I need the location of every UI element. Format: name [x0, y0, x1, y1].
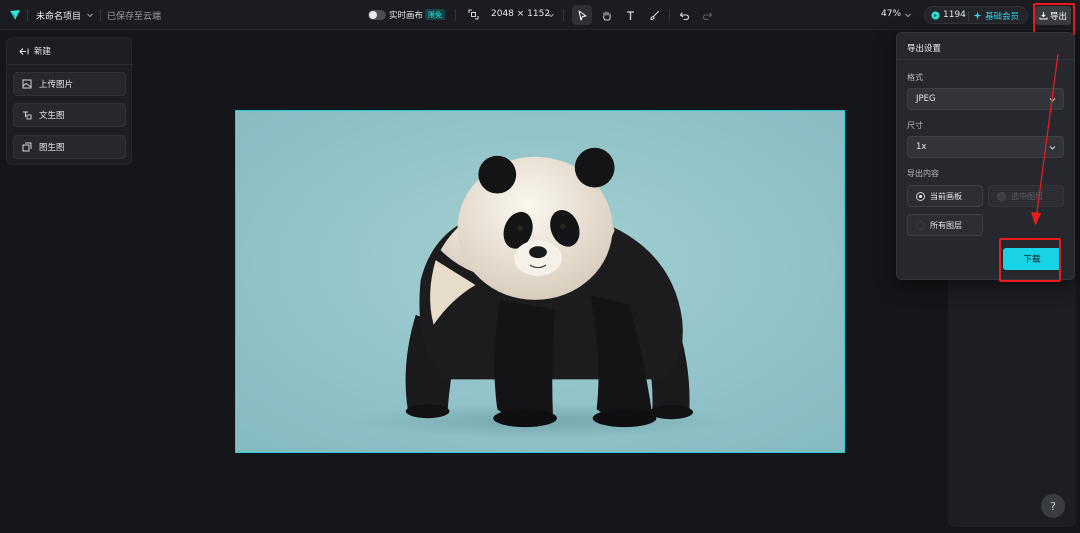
save-status: 已保存至云端 [107, 12, 162, 22]
hand-tool-button[interactable] [596, 5, 616, 25]
chevron-down-icon [1048, 143, 1057, 152]
radio-unchecked-icon [916, 220, 925, 230]
format-value: JPEG [916, 94, 936, 104]
divider [27, 9, 28, 21]
upload-image-button[interactable]: 上传图片 [13, 72, 126, 96]
help-button[interactable]: ? [1041, 494, 1065, 518]
left-panel: 新建 上传图片 文生图 图生图 [6, 37, 133, 165]
text-to-image-label: 文生图 [39, 111, 65, 121]
zoom-level[interactable]: 47% [881, 9, 901, 19]
top-toolbar: 未命名项目 已保存至云端 实时画布 限免 2048 × 1152 47% 119… [0, 0, 1080, 30]
image-to-image-icon [22, 142, 32, 152]
chevron-down-icon[interactable] [85, 10, 95, 20]
image-to-image-label: 图生图 [39, 143, 65, 153]
divider [968, 11, 969, 21]
upload-image-icon [22, 79, 32, 89]
credits-count: 1194 [943, 10, 966, 20]
undo-icon [679, 11, 689, 20]
export-label: 导出 [1049, 11, 1067, 22]
right-side-panel [948, 240, 1076, 527]
divider [455, 9, 456, 21]
canvas-size-selector[interactable]: 2048 × 1152 [491, 9, 550, 19]
export-settings-popover: 导出设置 格式 JPEG 尺寸 1x 导出内容 当前画板 选中图层 所有图层 [896, 32, 1075, 280]
chevron-down-icon [1048, 95, 1057, 104]
free-badge: 限免 [425, 9, 445, 20]
radio-checked-icon [916, 191, 925, 201]
radio-disabled-icon [997, 191, 1006, 201]
chevron-down-icon[interactable] [903, 10, 913, 20]
option-all-layers[interactable]: 所有图层 [907, 214, 983, 236]
hand-icon [602, 11, 611, 20]
format-label: 格式 [907, 73, 923, 82]
undo-button[interactable] [674, 5, 694, 25]
divider [897, 59, 1074, 60]
text-icon [626, 10, 634, 20]
option-label: 当前画板 [930, 191, 962, 201]
credits-membership-pill[interactable]: 1194 基础会员 [924, 6, 1028, 24]
export-settings-title: 导出设置 [907, 44, 942, 54]
divider [100, 9, 101, 21]
brush-tool-button[interactable] [644, 5, 664, 25]
new-button[interactable]: 新建 [19, 45, 51, 57]
cursor-arrow-icon [578, 10, 586, 20]
resize-canvas-icon[interactable] [468, 9, 479, 20]
divider [7, 64, 133, 65]
export-button[interactable]: 导出 [1035, 6, 1071, 25]
artboard-canvas[interactable] [235, 110, 845, 453]
project-name[interactable]: 未命名项目 [36, 9, 81, 22]
upload-image-label: 上传图片 [39, 80, 74, 90]
sparkle-icon [973, 11, 982, 20]
text-to-image-button[interactable]: 文生图 [13, 103, 126, 127]
export-content-label: 导出内容 [907, 169, 939, 178]
download-icon [1039, 12, 1048, 20]
option-selected-layer[interactable]: 选中图层 [988, 185, 1064, 207]
size-label: 尺寸 [907, 121, 923, 130]
text-to-image-icon [23, 111, 32, 120]
size-select[interactable]: 1x [907, 136, 1064, 158]
image-to-image-button[interactable]: 图生图 [13, 135, 126, 159]
membership-label: 基础会员 [985, 12, 1020, 22]
option-label: 选中图层 [1011, 191, 1043, 201]
brush-icon [649, 10, 659, 20]
format-select[interactable]: JPEG [907, 88, 1064, 110]
panda-image [236, 111, 844, 452]
realtime-canvas-label: 实时画布 [389, 11, 424, 21]
option-label: 所有图层 [930, 220, 962, 230]
back-arrow-icon [19, 47, 29, 55]
select-tool-button[interactable] [572, 5, 592, 25]
realtime-canvas-toggle[interactable] [368, 10, 386, 20]
divider [669, 9, 670, 21]
divider [563, 9, 564, 21]
redo-icon [702, 11, 712, 20]
credit-coin-icon [931, 11, 940, 20]
text-tool-button[interactable] [620, 5, 640, 25]
new-label: 新建 [34, 47, 52, 57]
download-button[interactable]: 下载 [1003, 248, 1061, 270]
option-current-artboard[interactable]: 当前画板 [907, 185, 983, 207]
size-value: 1x [916, 142, 927, 152]
app-logo-icon[interactable] [8, 8, 22, 22]
chevron-down-icon[interactable] [546, 10, 556, 20]
redo-button[interactable] [697, 5, 717, 25]
